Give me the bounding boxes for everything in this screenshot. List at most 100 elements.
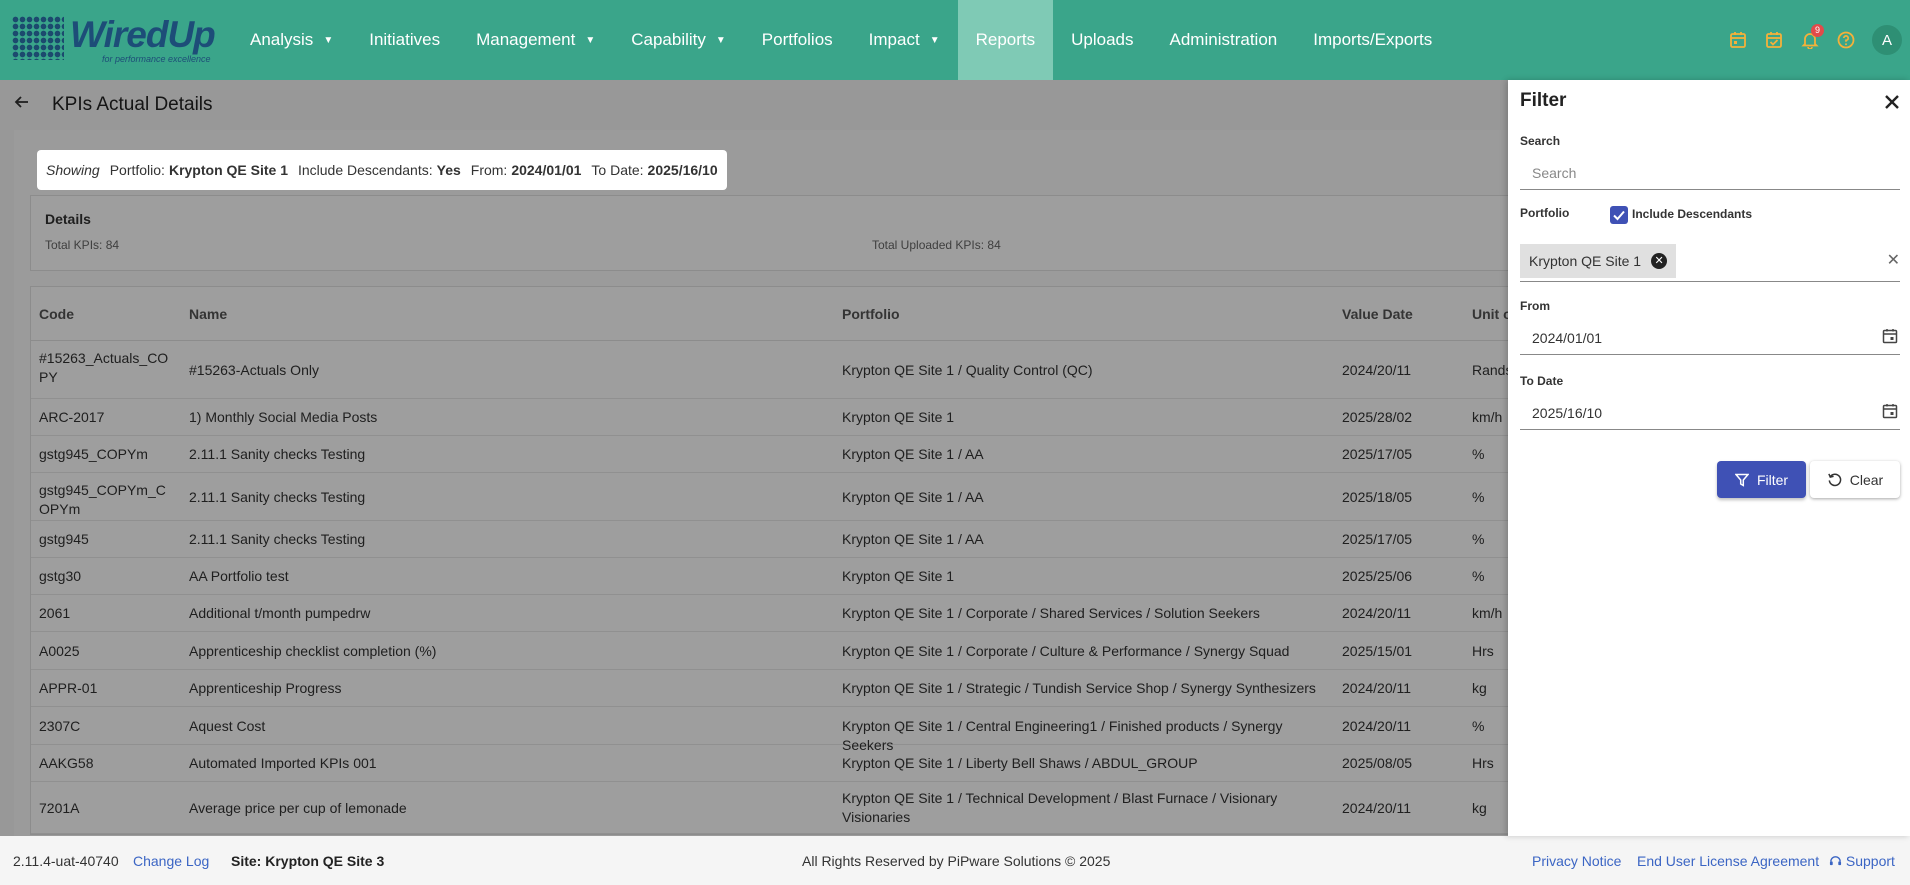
showing-to-value: 2025/16/10: [647, 162, 718, 178]
col-portfolio[interactable]: Portfolio: [842, 306, 900, 322]
calendar-icon[interactable]: [1882, 403, 1898, 422]
showing-to-label: To Date:: [591, 162, 644, 178]
filter-panel: Filter Search Search Portfolio Include D…: [1508, 80, 1910, 836]
to-date-input[interactable]: 2025/16/10: [1520, 394, 1900, 430]
nav-portfolios[interactable]: Portfolios: [744, 0, 851, 80]
caret-down-icon: ▼: [715, 34, 726, 46]
cell-code: gstg945_COPYm: [39, 446, 148, 462]
eula-link[interactable]: End User License Agreement: [1637, 853, 1819, 869]
checkmark-icon: [1613, 210, 1625, 221]
app-version: 2.11.4-uat-40740: [13, 853, 119, 869]
current-site: Site: Krypton QE Site 3: [231, 853, 385, 869]
nav-initiatives[interactable]: Initiatives: [351, 0, 458, 80]
search-placeholder: Search: [1532, 165, 1577, 181]
nav-label: Uploads: [1071, 30, 1134, 49]
total-kpis: Total KPIs: 84: [45, 238, 120, 252]
cell-portfolio: Krypton QE Site 1: [842, 409, 955, 425]
total-uploaded-kpis: Total Uploaded KPIs: 84: [872, 238, 1001, 252]
footer: 2.11.4-uat-40740 Change Log Site: Krypto…: [0, 836, 1910, 885]
portfolio-label: Portfolio: [1520, 206, 1570, 220]
cell-code: APPR-01: [39, 680, 98, 696]
nav-management[interactable]: Management ▼: [458, 0, 613, 80]
showing-label: Showing: [46, 162, 100, 178]
col-value-date[interactable]: Value Date: [1342, 306, 1413, 322]
cell-value-date: 2025/28/02: [1342, 409, 1413, 425]
cell-portfolio: Krypton QE Site 1 / AA: [842, 488, 984, 505]
cell-value-date: 2024/20/11: [1342, 799, 1412, 816]
cell-value-date: 2025/08/05: [1342, 755, 1413, 771]
to-date-label: To Date: [1520, 374, 1564, 388]
filter-button[interactable]: Filter: [1717, 461, 1806, 498]
cell-code: gstg945_COPYm_COPYm: [39, 482, 166, 517]
nav-icons: 9 A: [1722, 0, 1902, 80]
calendar-icon[interactable]: [1722, 24, 1754, 56]
cell-name: 2.11.1 Sanity checks Testing: [189, 531, 366, 547]
cell-name: 2.11.1 Sanity checks Testing: [189, 488, 366, 505]
col-name[interactable]: Name: [189, 306, 227, 322]
nav-analysis[interactable]: Analysis ▼: [232, 0, 351, 80]
cell-portfolio: Krypton QE Site 1 / Corporate / Shared S…: [842, 605, 1260, 621]
chip-remove-icon[interactable]: ✕: [1651, 253, 1668, 269]
support-label: Support: [1845, 853, 1895, 869]
search-input[interactable]: Search: [1520, 154, 1900, 190]
showing-summary: Showing Portfolio: Krypton QE Site 1 Inc…: [37, 150, 727, 190]
cell-name: AA Portfolio test: [189, 568, 289, 584]
nav-capability[interactable]: Capability ▼: [613, 0, 744, 80]
cell-value-date: 2025/25/06: [1342, 568, 1413, 584]
include-descendants-label[interactable]: Include Descendants: [1632, 207, 1752, 221]
cell-portfolio: Krypton QE Site 1 / Quality Control (QC): [842, 361, 1093, 378]
nav-label: Initiatives: [369, 30, 441, 49]
clear-button[interactable]: Clear: [1810, 461, 1900, 498]
portfolio-chip-label: Krypton QE Site 1: [1529, 253, 1642, 269]
cell-value-date: 2025/18/05: [1342, 488, 1413, 505]
cell-name: Additional t/month pumpedrw: [189, 605, 371, 621]
cell-portfolio: Krypton QE Site 1 / Corporate / Culture …: [842, 642, 1290, 659]
user-avatar[interactable]: A: [1872, 25, 1902, 55]
caret-down-icon: ▼: [929, 34, 940, 46]
cell-code: gstg30: [39, 568, 82, 584]
wiredup-logo[interactable]: WiredUp for performance excellence: [12, 14, 217, 66]
nav-label: Imports/Exports: [1313, 30, 1433, 49]
close-icon[interactable]: [1884, 88, 1900, 116]
cell-value-date: 2024/20/11: [1342, 717, 1412, 734]
cell-code: 2307C: [39, 717, 81, 734]
showing-descendants-value: Yes: [436, 162, 461, 178]
funnel-icon: [1734, 473, 1749, 487]
nav-uploads[interactable]: Uploads: [1053, 0, 1151, 80]
help-icon[interactable]: [1830, 24, 1862, 56]
change-log-link[interactable]: Change Log: [133, 853, 209, 869]
cell-portfolio: Krypton QE Site 1 / AA: [842, 446, 984, 462]
support-link[interactable]: Support: [1829, 853, 1895, 869]
nav-label: Portfolios: [761, 30, 833, 49]
cell-portfolio: Krypton QE Site 1 / Strategic / Tundish …: [842, 680, 1316, 696]
from-date-value: 2024/01/01: [1532, 330, 1603, 346]
back-arrow-icon[interactable]: [14, 94, 30, 115]
nav-reports[interactable]: Reports: [957, 0, 1054, 80]
cell-value-date: 2025/17/05: [1342, 446, 1413, 462]
bell-icon[interactable]: 9: [1794, 24, 1826, 56]
to-date-value: 2025/16/10: [1532, 405, 1603, 421]
caret-down-icon: ▼: [323, 34, 334, 46]
logo-dots-icon: [12, 16, 64, 60]
showing-from-value: 2024/01/01: [511, 162, 582, 178]
calendar-icon[interactable]: [1882, 328, 1898, 347]
calendar-check-icon[interactable]: [1758, 24, 1790, 56]
cell-value-date: 2024/20/11: [1342, 361, 1412, 378]
nav-impact[interactable]: Impact ▼: [851, 0, 958, 80]
from-date-input[interactable]: 2024/01/01: [1520, 319, 1900, 355]
from-label: From: [1520, 299, 1550, 313]
include-descendants-checkbox[interactable]: [1610, 206, 1628, 224]
reset-icon: [1827, 473, 1842, 487]
nav-label: Reports: [975, 30, 1036, 49]
cell-name: Apprenticeship Progress: [189, 680, 342, 696]
cell-name: Aquest Cost: [189, 717, 266, 734]
privacy-notice-link[interactable]: Privacy Notice: [1532, 853, 1621, 869]
nav-administration[interactable]: Administration: [1152, 0, 1296, 80]
cell-code: A0025: [39, 642, 80, 659]
portfolio-chip: Krypton QE Site 1 ✕: [1520, 244, 1677, 278]
nav-imports-exports[interactable]: Imports/Exports: [1295, 0, 1450, 80]
cell-value-date: 2025/15/01: [1342, 642, 1413, 659]
cell-name: Average price per cup of lemonade: [189, 799, 407, 816]
col-code[interactable]: Code: [39, 306, 74, 322]
clear-portfolio-icon[interactable]: ✕: [1887, 250, 1900, 270]
